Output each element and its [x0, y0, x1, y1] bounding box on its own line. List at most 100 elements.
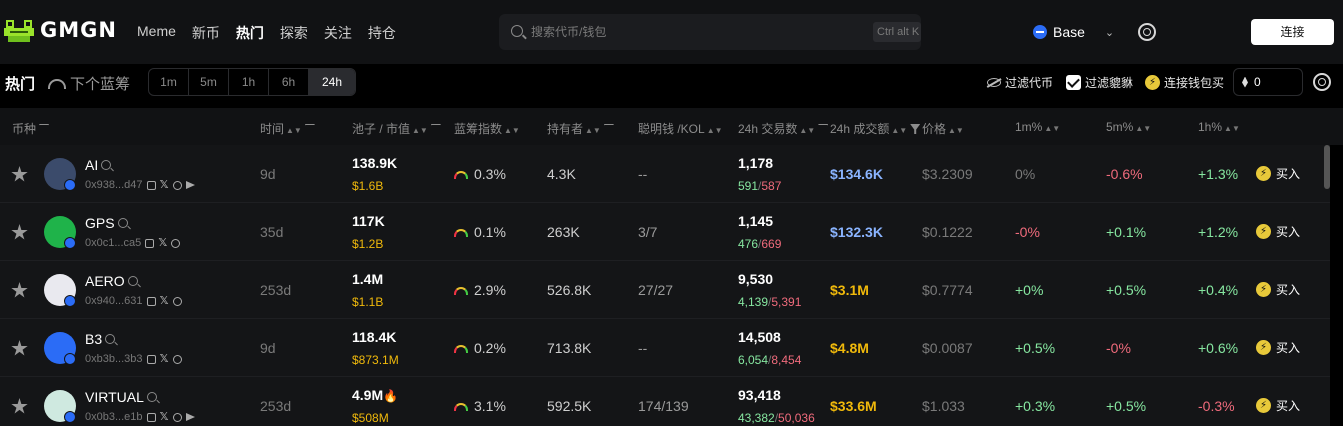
quick-buy-button[interactable]: ⚡ 买入	[1256, 339, 1300, 356]
x-twitter-icon[interactable]: 𝕏	[160, 179, 169, 190]
col-5m[interactable]: 5m% ▲▼	[1106, 120, 1151, 134]
search-icon[interactable]	[127, 276, 138, 286]
token-symbol[interactable]: VIRTUAL	[85, 389, 157, 405]
website-icon[interactable]	[172, 412, 182, 422]
col-volume[interactable]: 24h 成交额 ▲▼	[830, 120, 921, 137]
token-symbol[interactable]: AI	[85, 157, 112, 173]
table-scrollbar[interactable]	[1324, 145, 1330, 189]
telegram-icon[interactable]	[185, 181, 195, 189]
search-icon[interactable]	[101, 160, 112, 170]
search-icon[interactable]	[146, 392, 157, 402]
filter-icon[interactable]	[603, 124, 614, 134]
trending-toolbar: 热门 下个蓝筹 1m 5m 1h 6h 24h 过滤代币 过滤貔貅 ⚡ 连接钱包买 0	[0, 64, 1343, 108]
col-blue-index[interactable]: 蓝筹指数 ▲▼	[454, 120, 520, 137]
market-cap: $873.1M	[352, 353, 399, 367]
x-twitter-icon[interactable]: 𝕏	[158, 237, 167, 248]
quick-buy-button[interactable]: ⚡ 买入	[1256, 165, 1300, 182]
website-icon[interactable]	[172, 296, 182, 306]
filter-tokens-toggle[interactable]: 过滤代币	[987, 74, 1053, 91]
smart-kol-count: --	[638, 166, 648, 182]
col-1m[interactable]: 1m% ▲▼	[1015, 120, 1060, 134]
nav-item[interactable]: Meme	[137, 23, 176, 43]
timeframe-tab[interactable]: 1m	[149, 69, 189, 95]
x-twitter-icon[interactable]: 𝕏	[160, 295, 169, 306]
copy-icon[interactable]	[146, 296, 156, 306]
search-icon[interactable]	[117, 218, 128, 228]
quick-buy-button[interactable]: ⚡ 买入	[1256, 223, 1300, 240]
filter-icon[interactable]	[430, 124, 441, 134]
search-icon[interactable]	[105, 334, 116, 344]
buy-label: 买入	[1276, 225, 1301, 239]
timeframe-tab[interactable]: 6h	[269, 69, 309, 95]
sells-count: 8,454	[771, 353, 802, 367]
copy-icon[interactable]	[146, 412, 156, 422]
table-row[interactable]: GPS 0x0c1...ca5 𝕏 35d 117K $1.2B 0.1% 26…	[0, 203, 1330, 261]
copy-icon[interactable]	[146, 180, 156, 190]
telegram-icon[interactable]	[185, 413, 195, 421]
nav-item[interactable]: 探索	[280, 23, 308, 43]
filter-icon[interactable]	[39, 124, 50, 134]
website-icon[interactable]	[171, 238, 181, 248]
nav-item[interactable]: 新币	[192, 23, 220, 43]
nav-item[interactable]: 热门	[236, 23, 264, 43]
favorite-star-icon[interactable]	[11, 166, 28, 182]
token-symbol[interactable]: B3	[85, 331, 116, 347]
gmgn-logo[interactable]: GMGN	[4, 16, 117, 44]
col-price[interactable]: 价格 ▲▼	[922, 120, 964, 137]
col-age[interactable]: 时间 ▲▼	[260, 120, 315, 137]
copy-icon[interactable]	[145, 238, 155, 248]
connect-button[interactable]: 连接	[1251, 19, 1334, 45]
quick-buy-amount: 0	[1254, 75, 1261, 89]
lightning-icon: ⚡	[1145, 75, 1160, 90]
table-row[interactable]: AERO 0x940...631 𝕏 253d 1.4M $1.1B 2.9% …	[0, 261, 1330, 319]
quick-buy-amount-input[interactable]: 0	[1233, 68, 1303, 96]
copy-icon[interactable]	[146, 354, 156, 364]
market-cap: $508M	[352, 411, 389, 425]
table-row[interactable]: B3 0xb3b...3b3 𝕏 9d 118.4K $873.1M 0.2% …	[0, 319, 1330, 377]
filter-icon[interactable]	[304, 124, 315, 134]
search-bar[interactable]: Ctrl alt K	[499, 14, 921, 50]
base-chain-badge-icon	[64, 353, 76, 365]
chain-selector[interactable]: Base ⌄	[1025, 16, 1125, 48]
col-1h[interactable]: 1h% ▲▼	[1198, 120, 1240, 134]
token-age: 9d	[260, 166, 276, 182]
token-symbol[interactable]: GPS	[85, 215, 128, 231]
filter-active-icon[interactable]	[910, 124, 921, 134]
favorite-star-icon[interactable]	[11, 224, 28, 240]
timeframe-tab[interactable]: 24h	[309, 69, 355, 95]
table-settings-gear-icon[interactable]	[1313, 73, 1331, 91]
col-smart-kol[interactable]: 聪明钱 /KOL ▲▼	[638, 120, 723, 137]
search-input[interactable]	[531, 23, 851, 41]
bluechip-gauge-icon	[454, 345, 468, 353]
token-symbol[interactable]: AERO	[85, 273, 138, 289]
timeframe-tab[interactable]: 1h	[229, 69, 269, 95]
favorite-star-icon[interactable]	[11, 282, 28, 298]
website-icon[interactable]	[172, 354, 182, 364]
col-txns[interactable]: 24h 交易数 ▲▼	[738, 120, 829, 137]
timeframe-selector: 1m 5m 1h 6h 24h	[148, 68, 356, 96]
table-row[interactable]: AI 0x938...d47 𝕏 9d 138.9K $1.6B 0.3% 4.…	[0, 145, 1330, 203]
col-holders[interactable]: 持有者 ▲▼	[547, 120, 614, 137]
buys-count: 591	[738, 179, 759, 193]
favorite-star-icon[interactable]	[11, 398, 28, 414]
pool-liquidity: 117K	[352, 213, 385, 229]
change-5m: -0%	[1106, 340, 1131, 356]
x-twitter-icon[interactable]: 𝕏	[160, 353, 169, 364]
nav-item[interactable]: 关注	[324, 23, 352, 43]
col-token[interactable]: 币种	[12, 120, 50, 137]
filter-icon[interactable]	[818, 124, 829, 134]
quick-buy-button[interactable]: ⚡ 买入	[1256, 397, 1300, 414]
settings-gear-icon[interactable]	[1138, 23, 1156, 41]
timeframe-tab[interactable]: 5m	[189, 69, 229, 95]
txn-count: 1,178	[738, 155, 774, 171]
website-icon[interactable]	[172, 180, 182, 190]
connect-wallet-buy[interactable]: ⚡ 连接钱包买	[1145, 74, 1224, 91]
nav-item[interactable]: 持仓	[368, 23, 396, 43]
next-bluechip-tab[interactable]: 下个蓝筹	[48, 73, 130, 94]
quick-buy-button[interactable]: ⚡ 买入	[1256, 281, 1300, 298]
col-pool-mcap[interactable]: 池子 / 市值 ▲▼	[352, 120, 441, 137]
filter-honeypot-checkbox[interactable]: 过滤貔貅	[1066, 74, 1133, 91]
favorite-star-icon[interactable]	[11, 340, 28, 356]
table-row[interactable]: VIRTUAL 0x0b3...e1b 𝕏 253d 4.9M🔥 $508M 3…	[0, 377, 1330, 426]
x-twitter-icon[interactable]: 𝕏	[160, 411, 169, 422]
